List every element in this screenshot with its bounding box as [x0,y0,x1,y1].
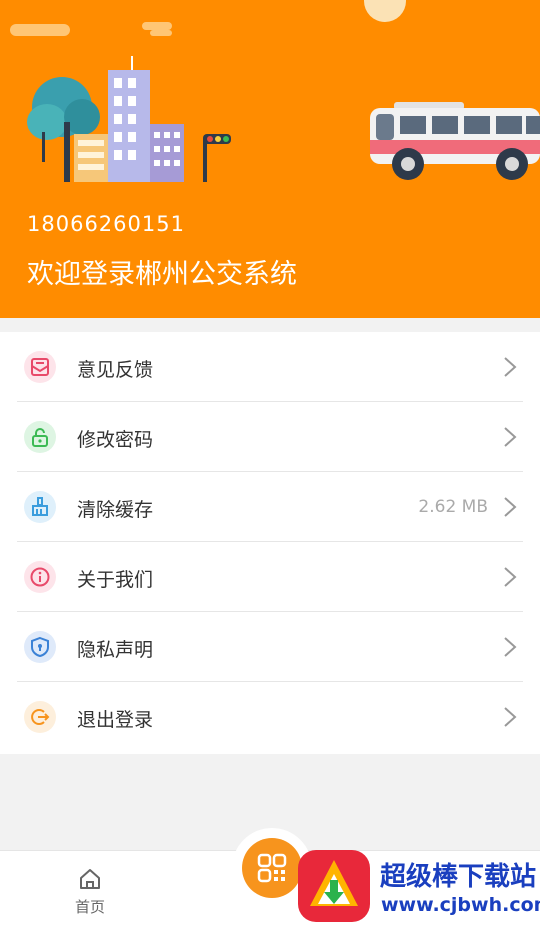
menu-item-privacy[interactable]: 隐私声明 [0,612,540,682]
welcome-text: 欢迎登录郴州公交系统 [27,259,297,290]
qr-scan-button[interactable] [242,838,302,898]
unlock-icon [24,421,56,453]
qr-scan-icon [257,853,287,883]
user-phone: 18066260151 [27,212,185,236]
menu-item-label: 隐私声明 [77,639,154,661]
city-illustration [27,56,231,182]
tab-home-label: 首页 [74,898,105,916]
chevron-right-icon [504,357,517,377]
info-icon [24,561,56,593]
menu-item-feedback[interactable]: 意见反馈 [0,332,540,402]
watermark-logo [298,850,370,922]
chevron-right-icon [504,707,517,727]
feedback-mail-icon [24,351,56,383]
menu-item-label: 意见反馈 [77,359,154,381]
menu-item-label: 清除缓存 [77,499,154,521]
chevron-right-icon [504,427,517,447]
profile-header: 18066260151 欢迎登录郴州公交系统 [0,0,540,318]
cloud-decoration [150,30,172,36]
menu-item-label: 修改密码 [77,429,154,451]
bus-illustration [370,102,540,180]
menu-item-label: 退出登录 [77,709,154,731]
settings-menu: 意见反馈 修改密码 清除缓存 2.62 MB 关于我们 隐私声明 退出登录 [0,332,540,754]
shield-lock-icon [24,631,56,663]
cloud-decoration [142,22,172,30]
watermark-title: 超级棒下载站 [380,862,537,892]
chevron-right-icon [504,497,517,517]
menu-item-logout[interactable]: 退出登录 [0,682,540,752]
cloud-decoration [10,24,70,36]
tab-home[interactable]: 首页 [60,863,120,919]
menu-item-change-password[interactable]: 修改密码 [0,402,540,472]
chevron-right-icon [504,637,517,657]
cache-size-value: 2.62 MB [418,497,488,517]
menu-item-label: 关于我们 [77,569,154,591]
logout-icon [24,701,56,733]
home-icon [80,869,100,889]
broom-icon [24,491,56,523]
watermark-url: www.cjbwh.com [381,894,540,916]
menu-item-about-us[interactable]: 关于我们 [0,542,540,612]
menu-item-clear-cache[interactable]: 清除缓存 2.62 MB [0,472,540,542]
sun-decoration [364,0,406,22]
chevron-right-icon [504,567,517,587]
